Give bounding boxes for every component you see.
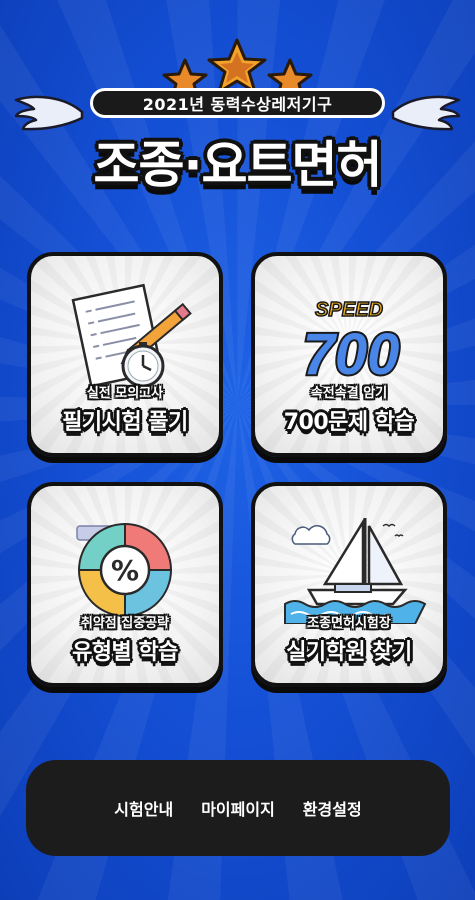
card-subtitle: 실전 모의고사 bbox=[86, 386, 164, 401]
speed-700-icon: SPEED 700 bbox=[301, 298, 402, 389]
nav-settings[interactable]: 환경설정 bbox=[303, 796, 362, 820]
speed-number: 700 bbox=[303, 322, 400, 387]
speed-label: SPEED bbox=[315, 299, 383, 321]
card-title: 실기학원 찾기 bbox=[286, 640, 412, 665]
bottom-nav: 시험안내 마이페이지 환경설정 bbox=[26, 760, 450, 856]
exam-paper-clock-icon bbox=[71, 283, 192, 388]
app-header: 2021년 동력수상레저기구 조종·요트면허 bbox=[0, 0, 475, 230]
subtitle-badge: 2021년 동력수상레저기구 bbox=[90, 88, 385, 118]
svg-text:%: % bbox=[111, 554, 139, 587]
academy-finder-card[interactable]: 조종면허시험장 실기학원 찾기 bbox=[251, 482, 447, 687]
sailboat-icon bbox=[284, 517, 427, 624]
nav-my-page[interactable]: 마이페이지 bbox=[201, 796, 275, 820]
study-700-card[interactable]: SPEED 700 속전속결 암기 700문제 학습 bbox=[251, 252, 447, 457]
card-title: 700문제 학습 bbox=[283, 410, 415, 435]
percent-pie-icon: % bbox=[76, 522, 173, 618]
card-subtitle: 조종면허시험장 bbox=[307, 616, 391, 631]
card-subtitle: 속전속결 암기 bbox=[310, 386, 388, 401]
nav-exam-info[interactable]: 시험안내 bbox=[114, 796, 173, 820]
app-title: 조종·요트면허 bbox=[93, 136, 383, 194]
written-exam-card[interactable]: 실전 모의고사 필기시험 풀기 bbox=[27, 252, 223, 457]
type-study-card[interactable]: % 취약점 집중공략 유형별 학습 bbox=[27, 482, 223, 687]
card-title: 유형별 학습 bbox=[72, 640, 178, 665]
card-subtitle: 취약점 집중공략 bbox=[80, 616, 170, 631]
card-title: 필기시험 풀기 bbox=[62, 410, 188, 435]
